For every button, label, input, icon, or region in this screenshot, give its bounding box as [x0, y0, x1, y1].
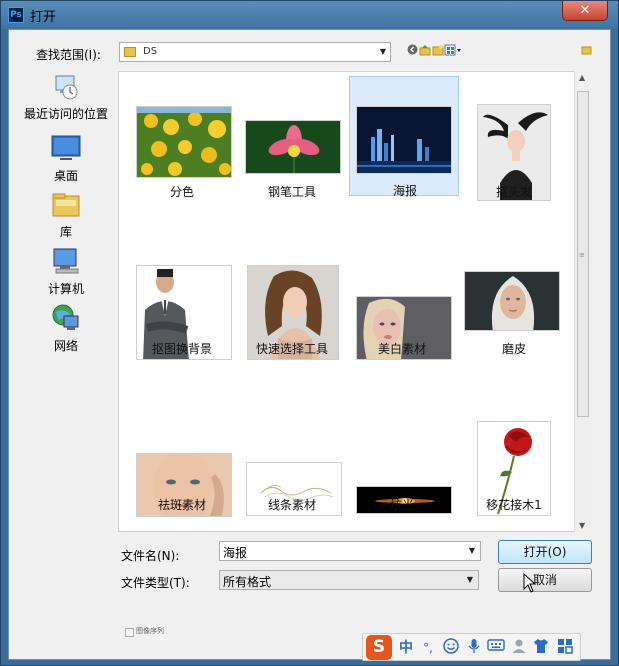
file-name: 钢笔工具: [267, 185, 316, 199]
place-computer[interactable]: 计算机: [20, 245, 112, 297]
file-thumbnail: [136, 106, 232, 178]
file-name: 海报: [392, 184, 417, 198]
file-item-quick-select[interactable]: 快速选择工具: [237, 235, 347, 360]
file-name: 祛斑素材: [157, 498, 206, 512]
folder-options-icon[interactable]: [580, 44, 593, 57]
lookin-label: 查找范围(I):: [36, 48, 101, 62]
file-item-graft[interactable]: 移花接木1: [459, 391, 569, 516]
file-item-pen-tool[interactable]: 钢笔工具: [237, 78, 347, 199]
close-button[interactable]: ✕: [562, 1, 608, 21]
computer-icon: [50, 245, 82, 277]
file-name: 美白素材: [377, 342, 426, 356]
place-recent[interactable]: 最近访问的位置: [20, 70, 112, 122]
keyboard-icon[interactable]: [487, 638, 505, 658]
filename-value: 海报: [223, 546, 248, 560]
scroll-up-icon[interactable]: ▲: [579, 73, 585, 82]
file-thumbnail: [245, 120, 341, 174]
lookin-value: DS: [143, 46, 158, 57]
file-name: 移花接木1: [486, 498, 542, 512]
title-bar[interactable]: Ps 打开 ✕: [1, 1, 618, 29]
skin-shirt-icon[interactable]: [532, 638, 550, 658]
desktop-icon: [50, 132, 82, 164]
toolbox-grid-icon[interactable]: [556, 638, 574, 658]
file-item-line[interactable]: 线条素材: [237, 391, 347, 516]
file-list-view[interactable]: 分色 钢笔工具 海报 抠头发 抠图换背景 快速选择工具 美白素材 磨皮 祛斑素材…: [118, 71, 589, 532]
file-item-poster[interactable]: 海报: [349, 76, 459, 198]
sogou-logo-icon[interactable]: S: [366, 635, 392, 660]
up-folder-icon[interactable]: [418, 44, 431, 57]
open-button[interactable]: 打开(O): [498, 540, 592, 564]
new-folder-icon[interactable]: [431, 44, 444, 57]
lookin-dropdown[interactable]: DS ▼: [119, 42, 391, 62]
mouse-cursor-icon: [523, 572, 537, 597]
file-thumbnail: [464, 271, 560, 331]
place-library[interactable]: 库: [20, 188, 112, 240]
file-item-freckle[interactable]: 祛斑素材: [127, 391, 237, 517]
file-name: 炫光: [389, 498, 414, 512]
ime-toolbar: S 中 °,: [362, 633, 581, 661]
scroll-down-icon[interactable]: ▼: [579, 521, 585, 530]
folder-icon: [124, 47, 136, 57]
place-desktop[interactable]: 桌面: [20, 132, 112, 184]
window-title: 打开: [30, 10, 57, 25]
place-label: 网络: [53, 339, 78, 353]
chevron-down-icon[interactable]: ▼: [469, 546, 475, 555]
filename-label: 文件名(N):: [121, 549, 180, 563]
places-bar: 最近访问的位置 桌面 库 计算机 网络: [20, 70, 112, 606]
file-item-whitening[interactable]: 美白素材: [347, 235, 457, 360]
library-icon: [50, 188, 82, 220]
file-item-skin-smoothing[interactable]: 磨皮: [459, 235, 569, 356]
place-label: 计算机: [47, 282, 84, 296]
filetype-value: 所有格式: [223, 575, 272, 589]
file-thumbnail: [356, 106, 452, 174]
file-item-cutout[interactable]: 抠图换背景: [127, 235, 237, 360]
file-item-glow[interactable]: 炫光: [347, 391, 457, 514]
place-label: 桌面: [53, 169, 78, 183]
cancel-button[interactable]: 取消: [498, 568, 592, 592]
recent-places-icon: [50, 70, 82, 102]
chinese-mode-button[interactable]: 中: [397, 638, 415, 658]
file-name: 线条素材: [267, 498, 316, 512]
user-icon[interactable]: [510, 638, 528, 658]
filetype-label: 文件类型(T):: [121, 576, 190, 590]
file-name: 抠头发: [495, 185, 532, 199]
open-dialog-window: Ps 打开 ✕ 查找范围(I): DS ▼ 最近访问的位置 桌面 库 计算机 网…: [0, 0, 619, 666]
vertical-scrollbar[interactable]: ▲ ≡ ▼: [574, 71, 590, 532]
view-menu-icon[interactable]: [444, 44, 462, 57]
network-icon: [50, 302, 82, 334]
file-item-hair[interactable]: 抠头发: [459, 78, 569, 201]
chevron-down-icon: ▼: [466, 575, 473, 584]
file-name: 分色: [169, 185, 194, 199]
filetype-dropdown[interactable]: 所有格式 ▼: [219, 570, 479, 590]
place-label: 最近访问的位置: [23, 107, 108, 121]
dialog-client: 查找范围(I): DS ▼ 最近访问的位置 桌面 库 计算机 网络 分色 钢笔工…: [8, 29, 611, 661]
microphone-icon[interactable]: [465, 638, 483, 658]
photoshop-icon: Ps: [8, 7, 24, 23]
punctuation-button[interactable]: °,: [419, 638, 437, 658]
place-label: 库: [59, 225, 72, 239]
file-item-fense[interactable]: 分色: [127, 78, 237, 199]
image-sequence-checkbox[interactable]: [125, 628, 134, 637]
chevron-down-icon: ▼: [379, 47, 386, 56]
place-network[interactable]: 网络: [20, 302, 112, 354]
scroll-grip-icon: ≡: [579, 251, 585, 259]
file-name: 磨皮: [501, 342, 526, 356]
file-name: 抠图换背景: [151, 342, 212, 356]
emoji-icon[interactable]: [442, 638, 460, 658]
filename-input[interactable]: 海报 ▼: [219, 541, 481, 561]
file-name: 快速选择工具: [255, 342, 328, 356]
image-sequence-label: 图像序列: [136, 627, 164, 635]
